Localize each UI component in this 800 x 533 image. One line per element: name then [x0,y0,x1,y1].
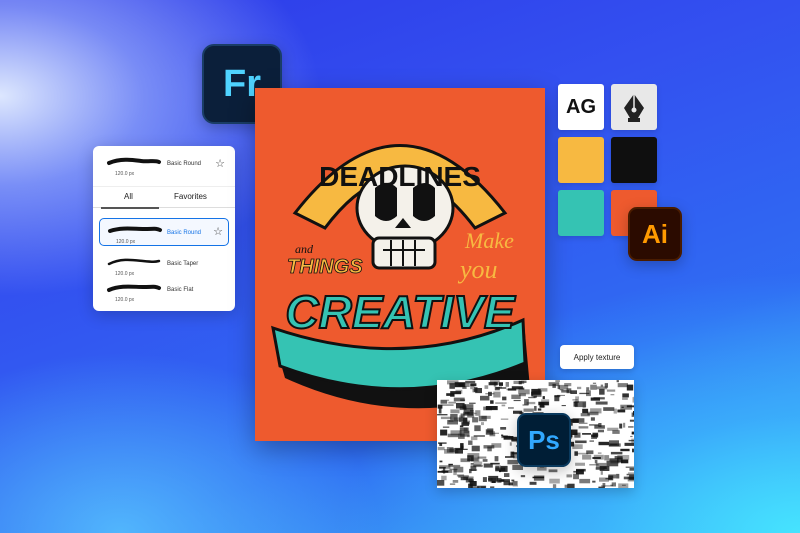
poster-line-creative: CREATIVE [285,286,515,338]
poster-word-things: THINGS [287,256,363,278]
brush-item-basic-flat[interactable]: 120.0 px Basic Flat [93,276,235,308]
brush-stroke-preview [107,284,161,292]
brush-size-label: 120.0 px [115,171,135,177]
illustrator-label: Ai [642,218,668,249]
type-tool-swatch[interactable]: AG [558,84,604,130]
poster-word-make: Make [464,228,514,253]
poster-word-and: and [295,242,314,256]
brush-panel: 120.0 px Basic Round ☆ All Favorites 120… [93,146,235,311]
pen-tool-icon[interactable] [611,84,657,130]
photoshop-label: Ps [528,424,560,455]
color-swatch-black[interactable] [611,137,657,183]
brush-name-label: Basic Round [167,230,202,236]
pen-nib-icon [624,94,644,122]
color-swatch-teal[interactable] [558,190,604,236]
poster-line-deadlines: DEADLINES [319,161,481,192]
brush-row-top[interactable]: 120.0 px Basic Round ☆ [93,150,235,182]
tab-favorites[interactable]: Favorites [174,192,207,201]
tab-all[interactable]: All [124,192,133,201]
color-swatch-yellow[interactable] [558,137,604,183]
active-tab-indicator [101,207,159,209]
illustrator-app-icon: Ai [628,207,682,261]
favorite-star-icon[interactable]: ☆ [215,157,225,170]
brush-name-label: Basic Round [167,161,202,167]
brush-name-label: Basic Taper [167,261,199,267]
brush-stroke-preview [107,157,161,165]
type-tool-label: AG [566,95,596,118]
photoshop-app-icon: Ps [517,413,571,467]
brush-tabs: All Favorites [93,186,235,209]
brush-stroke-preview [107,258,161,266]
favorite-star-icon[interactable]: ☆ [213,225,223,238]
brush-item-basic-round[interactable]: 120.0 px Basic Round ☆ [99,218,229,246]
brush-size-label: 120.0 px [116,239,136,245]
poster-word-you: you [457,255,498,284]
brush-stroke-preview [108,226,162,233]
brush-size-label: 120.0 px [115,297,135,303]
brush-name-label: Basic Flat [167,287,194,293]
apply-texture-button[interactable]: Apply texture [560,345,634,369]
